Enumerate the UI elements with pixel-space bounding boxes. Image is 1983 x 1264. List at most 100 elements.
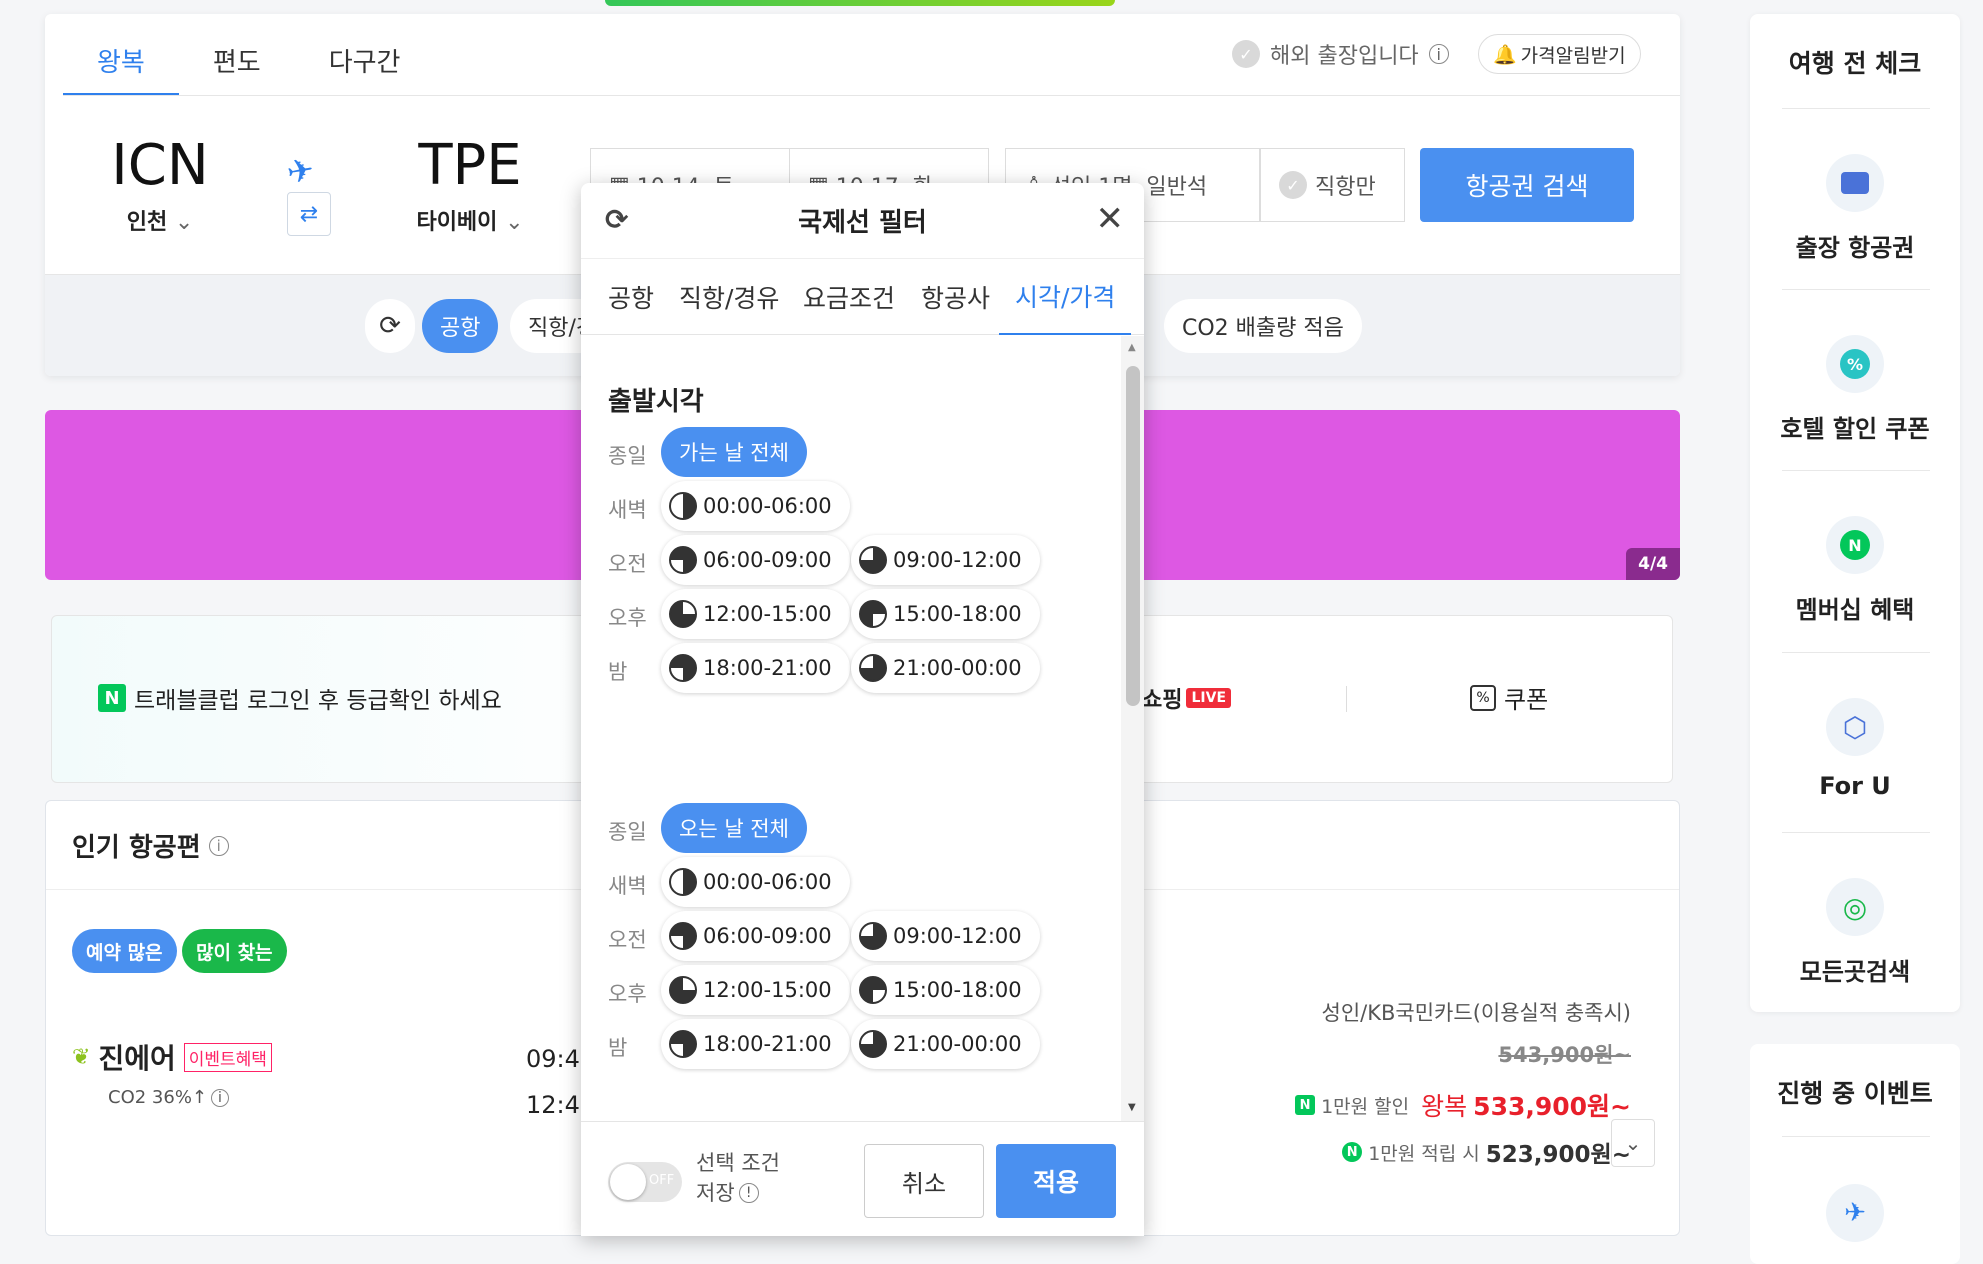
- tab-time-price[interactable]: 시각/가격: [999, 259, 1132, 335]
- naver-logo-icon: N: [98, 684, 126, 712]
- apply-button[interactable]: 적용: [996, 1144, 1116, 1218]
- modal-title: 국제선 필터: [798, 208, 927, 238]
- tab-roundtrip[interactable]: 왕복: [63, 14, 179, 96]
- destination-selector[interactable]: TPE 타이베이 ⌄: [400, 136, 540, 236]
- expand-chevron-icon[interactable]: ⌄: [1611, 1119, 1655, 1167]
- sidebar-item-label: 호텔 할인 쿠폰: [1780, 415, 1930, 443]
- shopping-live-link[interactable]: 쇼핑 LIVE: [1142, 682, 1232, 714]
- slot-label: 00:00-06:00: [703, 494, 832, 518]
- label-afternoon: 오후: [608, 606, 647, 630]
- slot-label: 12:00-15:00: [703, 602, 832, 626]
- percent-badge-icon: %: [1826, 335, 1884, 393]
- tab-airline[interactable]: 항공사: [921, 259, 990, 335]
- go-slot-15-18[interactable]: 15:00-18:00: [851, 589, 1040, 639]
- go-slot-18-21[interactable]: 18:00-21:00: [661, 643, 850, 693]
- airplane-icon: ✈: [1826, 1184, 1884, 1258]
- direct-only-label: 직항만: [1315, 175, 1376, 200]
- sidebar-item-business[interactable]: 출장 항공권: [1750, 154, 1960, 263]
- go-all-day-button[interactable]: 가는 날 전체: [661, 427, 807, 477]
- filter-tabs: 공항 직항/경유 요금조건 항공사 시각/가격: [581, 259, 1144, 335]
- go-slot-12-15[interactable]: 12:00-15:00: [661, 589, 850, 639]
- save-conditions-toggle[interactable]: OFF: [608, 1162, 682, 1202]
- popular-title: 인기 항공편: [72, 833, 201, 863]
- info-icon[interactable]: i: [208, 835, 229, 856]
- go-slot-00-06[interactable]: 00:00-06:00: [661, 481, 850, 531]
- go-slot-09-12[interactable]: 09:00-12:00: [851, 535, 1040, 585]
- tab-oneway[interactable]: 편도: [179, 14, 295, 96]
- refresh-icon[interactable]: ⟳: [365, 299, 415, 353]
- events-sidebar: 진행 중 이벤트 ✈: [1750, 1044, 1960, 1264]
- coupon-link[interactable]: % 쿠폰: [1470, 680, 1548, 715]
- clock-icon: [669, 546, 697, 574]
- destination-name: 타이베이: [416, 210, 498, 235]
- price-alert-button[interactable]: 🔔 가격알림받기: [1478, 34, 1641, 74]
- scroll-up-icon[interactable]: ▲: [1128, 342, 1136, 353]
- save-conditions-label: 선택 조건: [696, 1151, 780, 1175]
- search-flights-button[interactable]: 항공권 검색: [1420, 148, 1634, 222]
- business-trip-checkbox[interactable]: ✓ 해외 출장입니다 i: [1232, 38, 1449, 70]
- filter-scrollbar[interactable]: ▲ ▼: [1121, 336, 1144, 1121]
- sidebar-item-for-u[interactable]: ⬡ For U: [1750, 698, 1960, 800]
- tab-direct[interactable]: 직항/경유: [679, 259, 779, 335]
- label-dawn: 새벽: [608, 874, 647, 898]
- slot-label: 12:00-15:00: [703, 978, 832, 1002]
- save-label: 저장: [696, 1181, 735, 1205]
- return-slot-06-09[interactable]: 06:00-09:00: [661, 911, 850, 961]
- chevron-down-icon: ⌄: [505, 210, 524, 235]
- label-night: 밤: [608, 1036, 628, 1060]
- direct-only-checkbox[interactable]: ✓ 직항만: [1260, 148, 1405, 222]
- scroll-down-icon[interactable]: ▼: [1128, 1102, 1136, 1113]
- coupon-label: 쿠폰: [1504, 686, 1549, 714]
- swap-icon[interactable]: ⇄: [287, 192, 331, 236]
- slot-label: 21:00-00:00: [893, 656, 1022, 680]
- slot-label: 18:00-21:00: [703, 656, 832, 680]
- filter-pill-airport[interactable]: 공항: [422, 299, 499, 353]
- return-slot-12-15[interactable]: 12:00-15:00: [661, 965, 850, 1015]
- origin-selector[interactable]: ICN 인천 ⌄: [95, 136, 225, 236]
- filter-pill-co2[interactable]: CO2 배출량 적음: [1164, 299, 1362, 353]
- divider: [1782, 470, 1930, 471]
- return-slot-09-12[interactable]: 09:00-12:00: [851, 911, 1040, 961]
- go-slot-21-00[interactable]: 21:00-00:00: [851, 643, 1040, 693]
- sidebar-title: 여행 전 체크: [1788, 49, 1922, 78]
- tab-fare[interactable]: 요금조건: [803, 259, 895, 335]
- return-all-day-button[interactable]: 오는 날 전체: [661, 803, 807, 853]
- clock-icon: [859, 546, 887, 574]
- tab-multicity[interactable]: 다구간: [295, 14, 435, 96]
- reset-icon[interactable]: ⟳: [605, 203, 628, 236]
- info-icon[interactable]: !: [738, 1183, 759, 1203]
- club-login-text: 트래블클럽 로그인 후 등급확인 하세요: [134, 688, 502, 714]
- slot-label: 15:00-18:00: [893, 978, 1022, 1002]
- points-price: 523,900원~: [1485, 1142, 1631, 1168]
- globe-search-icon: ◎: [1826, 878, 1884, 936]
- close-icon[interactable]: ✕: [1096, 199, 1125, 239]
- return-slot-00-06[interactable]: 00:00-06:00: [661, 857, 850, 907]
- info-icon[interactable]: i: [211, 1088, 229, 1107]
- scroll-thumb[interactable]: [1126, 366, 1140, 706]
- club-login-link[interactable]: N 트래블클럽 로그인 후 등급확인 하세요: [98, 681, 502, 715]
- return-slot-18-21[interactable]: 18:00-21:00: [661, 1019, 850, 1069]
- sidebar-item-hotel-coupon[interactable]: % 호텔 할인 쿠폰: [1750, 335, 1960, 444]
- sidebar-item-label: 모든곳검색: [1799, 958, 1911, 986]
- sidebar-item-label: 출장 항공권: [1795, 234, 1915, 262]
- return-slot-15-18[interactable]: 15:00-18:00: [851, 965, 1040, 1015]
- label-morning: 오전: [608, 552, 647, 576]
- clock-icon: [669, 868, 697, 896]
- origin-code: ICN: [111, 133, 209, 198]
- tab-divider: [63, 95, 1680, 96]
- sidebar-item-membership[interactable]: N 멤버십 혜택: [1750, 516, 1960, 625]
- cancel-button[interactable]: 취소: [864, 1144, 984, 1218]
- go-slot-06-09[interactable]: 06:00-09:00: [661, 535, 850, 585]
- return-slot-21-00[interactable]: 21:00-00:00: [851, 1019, 1040, 1069]
- clock-icon: [669, 600, 697, 628]
- price-alert-label: 가격알림받기: [1520, 44, 1626, 67]
- tab-airport[interactable]: 공항: [608, 259, 654, 335]
- coupon-icon: %: [1470, 684, 1496, 711]
- clock-icon: [669, 492, 697, 520]
- divider: [1782, 108, 1930, 109]
- section-title: 출발시각: [608, 387, 704, 417]
- sidebar-item-anywhere[interactable]: ◎ 모든곳검색: [1750, 878, 1960, 987]
- check-icon: ✓: [1232, 40, 1260, 68]
- cube-network-icon: ⬡: [1826, 698, 1884, 756]
- slot-label: 06:00-09:00: [703, 924, 832, 948]
